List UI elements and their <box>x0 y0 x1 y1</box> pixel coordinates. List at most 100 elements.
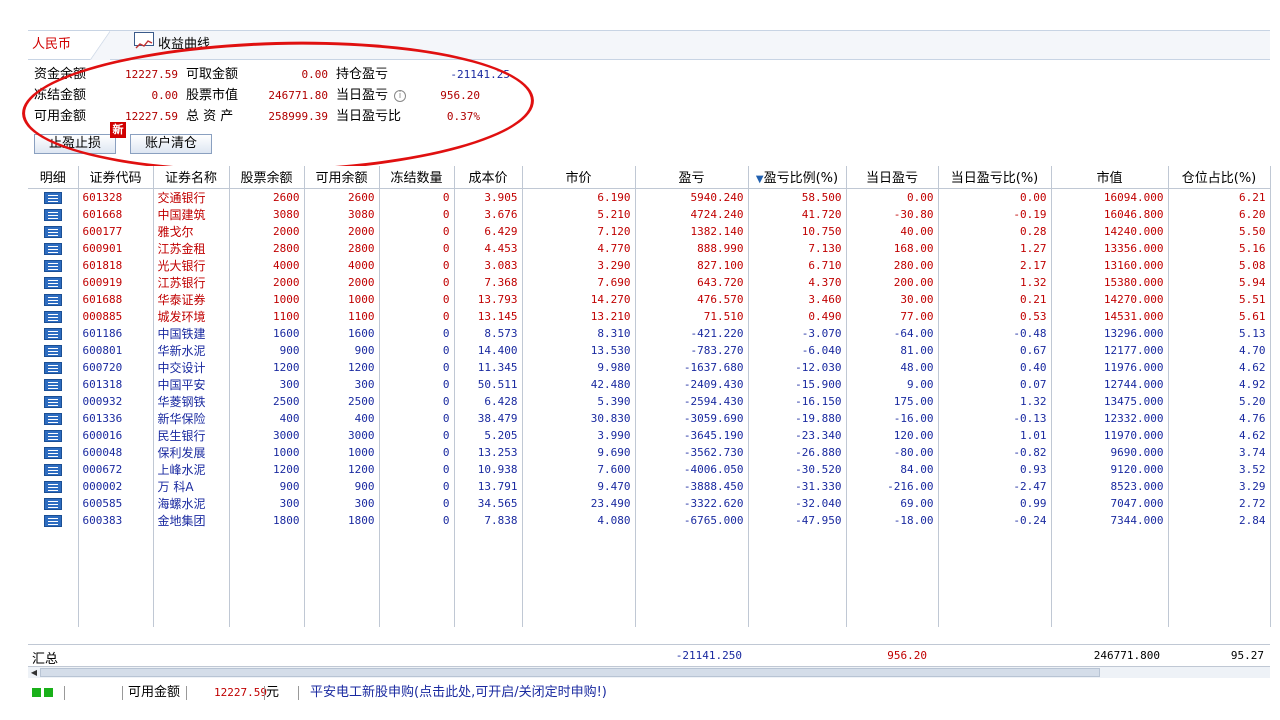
detail-list-icon[interactable] <box>43 446 62 459</box>
table-row[interactable]: 601318 中国平安 300 300 0 50.511 42.480 -2409.430 -1… <box>28 375 1271 393</box>
tab-rmb[interactable]: 人民币 <box>28 31 90 59</box>
column-header[interactable]: 盈亏 <box>635 166 749 189</box>
detail-list-icon[interactable] <box>43 514 62 527</box>
detail-list-icon[interactable] <box>43 395 62 408</box>
cell-price: 8.310 <box>522 324 636 342</box>
horizontal-scrollbar[interactable]: ◀ <box>28 666 1270 678</box>
table-row[interactable]: 601328 交通银行 2600 2600 0 3.905 6.190 5940.240 58.… <box>28 188 1271 206</box>
table-row[interactable]: 601688 华泰证券 1000 1000 0 13.793 14.270 476.570 3.… <box>28 290 1271 308</box>
column-header[interactable]: 证券代码 <box>78 166 154 189</box>
table-row[interactable]: 600801 华新水泥 900 900 0 14.400 13.530 -783.270 -6.… <box>28 341 1271 359</box>
detail-cell[interactable] <box>28 460 79 478</box>
table-row[interactable]: 600016 民生银行 3000 3000 0 5.205 3.990 -3645.190 -2… <box>28 426 1271 444</box>
cell-frozen: 0 <box>379 358 455 376</box>
table-row[interactable]: 600383 金地集团 1800 1800 0 7.838 4.080 -6765.000 -4… <box>28 511 1271 529</box>
detail-list-icon[interactable] <box>43 378 62 391</box>
detail-list-icon[interactable] <box>43 208 62 221</box>
tab-profit-curve[interactable]: 收益曲线 <box>130 31 214 59</box>
table-row[interactable]: 600919 江苏银行 2000 2000 0 7.368 7.690 643.720 4.37… <box>28 273 1271 291</box>
detail-list-icon[interactable] <box>43 463 62 476</box>
table-row[interactable]: 601186 中国铁建 1600 1600 0 8.573 8.310 -421.220 -3.… <box>28 324 1271 342</box>
detail-cell[interactable] <box>28 239 79 257</box>
column-header[interactable]: 市值 <box>1051 166 1169 189</box>
detail-cell[interactable] <box>28 358 79 376</box>
cell-pl_pct: -6.040 <box>748 341 847 359</box>
detail-list-icon[interactable] <box>43 327 62 340</box>
column-header[interactable]: 证券名称 <box>153 166 230 189</box>
table-row[interactable]: 600720 中交设计 1200 1200 0 11.345 9.980 -1637.680-… <box>28 358 1271 376</box>
detail-cell[interactable] <box>28 205 79 223</box>
column-header[interactable]: 明细 <box>28 166 79 189</box>
detail-list-icon[interactable] <box>43 344 62 357</box>
column-header[interactable]: 仓位占比(%) <box>1168 166 1271 189</box>
column-header[interactable]: 成本价 <box>454 166 523 189</box>
cell-pos: 5.51 <box>1168 290 1271 308</box>
detail-cell[interactable] <box>28 273 79 291</box>
scrollbar-thumb[interactable] <box>40 668 1100 677</box>
table-row[interactable]: 600177 雅戈尔 2000 2000 0 6.429 7.120 1382.140 10.7… <box>28 222 1271 240</box>
detail-cell[interactable] <box>28 256 79 274</box>
table-row[interactable]: 601818 光大银行 4000 4000 0 3.083 3.290 827.100 6.71… <box>28 256 1271 274</box>
detail-cell[interactable] <box>28 188 79 206</box>
detail-list-icon[interactable] <box>43 412 62 425</box>
table-row[interactable]: 000885 城发环境 1100 1100 0 13.145 13.210 71.510 0.4… <box>28 307 1271 325</box>
table-row[interactable]: 000932 华菱钢铁 2500 2500 0 6.428 5.390 -2594.430 -1… <box>28 392 1271 410</box>
cell-pl: -1637.680 <box>635 358 749 376</box>
detail-cell[interactable] <box>28 443 79 461</box>
detail-list-icon[interactable] <box>43 480 62 493</box>
cell-pl: 643.720 <box>635 273 749 291</box>
column-header-sorted[interactable]: ▼盈亏比例(%) <box>748 166 847 189</box>
detail-cell[interactable] <box>28 222 79 240</box>
detail-cell[interactable] <box>28 324 79 342</box>
cell-avail: 1100 <box>304 307 380 325</box>
table-row[interactable]: 000672 上峰水泥 1200 1200 0 10.938 7.600 -4006.050-… <box>28 460 1271 478</box>
detail-list-icon[interactable] <box>43 242 62 255</box>
column-header[interactable]: 市价 <box>522 166 636 189</box>
scroll-left-arrow-icon[interactable]: ◀ <box>28 667 40 678</box>
cell-price: 23.490 <box>522 494 636 512</box>
detail-cell[interactable] <box>28 494 79 512</box>
info-icon[interactable]: i <box>394 90 406 102</box>
table-row[interactable]: 600585 海螺水泥 300 300 0 34.565 23.490 -3322.620 -3… <box>28 494 1271 512</box>
clear-account-button[interactable]: 账户清仓 <box>130 134 212 154</box>
detail-list-icon[interactable] <box>43 310 62 323</box>
cell-cost: 50.511 <box>454 375 523 393</box>
detail-cell[interactable] <box>28 307 79 325</box>
table-row[interactable]: 000002 万 科A 900 900 0 13.791 9.470 -3888.450 -31… <box>28 477 1271 495</box>
detail-list-icon[interactable] <box>43 293 62 306</box>
detail-list-icon[interactable] <box>43 225 62 238</box>
column-header[interactable]: 冻结数量 <box>379 166 455 189</box>
stop-profit-loss-button[interactable]: 止盈止损 <box>34 134 116 154</box>
column-header[interactable]: 当日盈亏比(%) <box>938 166 1052 189</box>
table-row[interactable]: 600048 保利发展 1000 1000 0 13.253 9.690 -3562.730-… <box>28 443 1271 461</box>
table-row[interactable]: 601336 新华保险 400 400 0 38.479 30.830 -3059.690 -1… <box>28 409 1271 427</box>
detail-cell[interactable] <box>28 409 79 427</box>
cell-bal: 3000 <box>229 426 305 444</box>
cell-mv: 14270.000 <box>1051 290 1169 308</box>
detail-cell[interactable] <box>28 375 79 393</box>
empty-cell <box>938 594 1052 611</box>
empty-cell <box>379 610 455 627</box>
table-row[interactable]: 600901 江苏金租 2800 2800 0 4.453 4.770 888.990 7.13… <box>28 239 1271 257</box>
detail-list-icon[interactable] <box>43 259 62 272</box>
cell-tpl_pct: -0.48 <box>938 324 1052 342</box>
column-header[interactable]: 可用余额 <box>304 166 380 189</box>
detail-cell[interactable] <box>28 511 79 529</box>
detail-cell[interactable] <box>28 290 79 308</box>
detail-cell[interactable] <box>28 477 79 495</box>
detail-list-icon[interactable] <box>43 429 62 442</box>
empty-row <box>28 544 1271 562</box>
detail-list-icon[interactable] <box>43 361 62 374</box>
detail-cell[interactable] <box>28 341 79 359</box>
column-header[interactable]: 当日盈亏 <box>846 166 939 189</box>
column-header[interactable]: 股票余额 <box>229 166 305 189</box>
ipo-subscription-link[interactable]: 平安电工新股申购(点击此处,可开启/关闭定时申购!) <box>310 682 607 704</box>
detail-list-icon[interactable] <box>43 497 62 510</box>
detail-cell[interactable] <box>28 392 79 410</box>
detail-list-icon[interactable] <box>43 276 62 289</box>
cell-tpl: 69.00 <box>846 494 939 512</box>
empty-cell <box>454 561 523 578</box>
detail-list-icon[interactable] <box>43 191 62 204</box>
table-row[interactable]: 601668 中国建筑 3080 3080 0 3.676 5.210 4724.240 41.… <box>28 205 1271 223</box>
detail-cell[interactable] <box>28 426 79 444</box>
